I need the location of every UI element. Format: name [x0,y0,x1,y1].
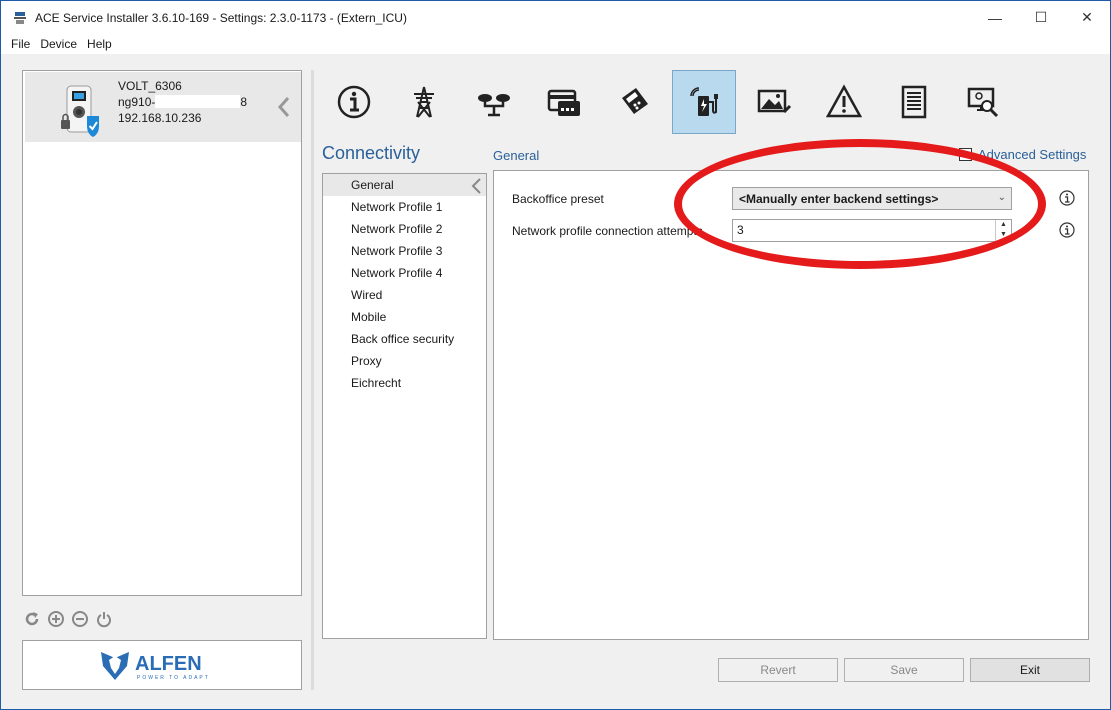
device-name: VOLT_6306 [118,79,182,93]
connection-attempts-input[interactable]: 3 ▲ ▼ [732,219,1012,242]
nav-item-mobile[interactable]: Mobile [323,306,486,328]
quantity-stepper[interactable]: ▲ ▼ [995,220,1011,241]
power-tower-icon [414,86,434,118]
nav-item-network-profile-1[interactable]: Network Profile 1 [323,196,486,218]
save-button[interactable]: Save [844,658,964,682]
payment-terminal-icon [622,88,648,114]
alfen-logo-box: ALFEN POWER TO ADAPT [22,640,302,690]
nav-item-proxy[interactable]: Proxy [323,350,486,372]
minimize-button[interactable]: — [972,1,1018,34]
nav-item-back-office-security[interactable]: Back office security [323,328,486,350]
chevron-down-icon: ⌄ [997,192,1006,203]
tab-grid[interactable] [392,70,456,134]
settings-toolbar [322,70,1022,134]
refresh-icon[interactable] [23,610,41,628]
connectivity-charger-icon [690,87,718,116]
connectivity-nav: General Network Profile 1 Network Profil… [322,173,487,639]
tab-connectivity[interactable] [672,70,736,134]
svg-text:POWER TO ADAPT: POWER TO ADAPT [137,675,210,681]
app-icon [14,11,26,24]
section-title: Connectivity [322,143,421,163]
backoffice-preset-label: Backoffice preset [512,192,604,206]
monitor-search-icon [967,87,999,118]
add-device-icon[interactable] [47,610,65,628]
tab-authorization[interactable] [532,70,596,134]
advanced-settings-label: Advanced Settings [978,147,1087,162]
panel-divider[interactable] [311,70,314,690]
info-icon[interactable] [1059,222,1075,238]
stepper-up-icon[interactable]: ▲ [996,220,1011,230]
menu-file[interactable]: File [6,37,35,51]
tab-diagnostics[interactable] [952,70,1016,134]
device-info: VOLT_6306 ng910- 8 192.168.10.236 [118,78,247,126]
info-icon[interactable] [1059,190,1075,206]
connection-attempts-label: Network profile connection attempts [512,224,703,238]
svg-text:ALFEN: ALFEN [135,653,202,675]
close-button[interactable]: ✕ [1064,1,1110,34]
tab-logs[interactable] [882,70,946,134]
document-icon [901,85,927,119]
collapse-chevron-icon[interactable] [277,96,291,118]
device-serial: ng910- 8 [118,95,248,109]
tab-alarms[interactable] [812,70,876,134]
title-bar: ACE Service Installer 3.6.10-169 - Setti… [1,1,1110,34]
card-reader-icon [547,89,580,116]
backoffice-preset-value: <Manually enter backend settings> [739,192,939,206]
revert-button[interactable]: Revert [718,658,838,682]
connection-attempts-value: 3 [737,223,744,237]
subsection-title: General [493,148,540,163]
tab-info[interactable] [322,70,386,134]
advanced-settings-checkbox[interactable] [959,148,972,161]
menu-bar: File Device Help [1,34,1110,54]
backoffice-preset-select[interactable]: <Manually enter backend settings> ⌄ [732,187,1012,210]
advanced-settings-toggle[interactable]: Advanced Settings [959,147,1086,162]
nav-chevron-icon[interactable] [470,177,482,195]
device-ip: 192.168.10.236 [118,111,202,125]
nav-item-network-profile-3[interactable]: Network Profile 3 [323,240,486,262]
app-window: ACE Service Installer 3.6.10-169 - Setti… [0,0,1111,710]
redaction-box [155,95,241,108]
nav-item-eichrecht[interactable]: Eichrecht [323,372,486,394]
remove-device-icon[interactable] [71,610,89,628]
nav-item-general[interactable]: General [323,174,486,196]
maximize-button[interactable]: ☐ [1018,1,1064,34]
exit-button[interactable]: Exit [970,658,1090,682]
device-list: VOLT_6306 ng910- 8 192.168.10.236 [22,70,302,596]
display-image-icon [757,89,792,114]
tab-load-balancing[interactable] [462,70,526,134]
menu-help[interactable]: Help [82,37,117,51]
settings-content: Backoffice preset <Manually enter backen… [493,170,1089,640]
nav-item-wired[interactable]: Wired [323,284,486,306]
nav-item-network-profile-2[interactable]: Network Profile 2 [323,218,486,240]
menu-device[interactable]: Device [35,37,82,51]
nav-item-network-profile-4[interactable]: Network Profile 4 [323,262,486,284]
charger-device-icon [61,85,99,137]
device-tools [23,610,113,628]
stepper-down-icon[interactable]: ▼ [996,230,1011,240]
window-title: ACE Service Installer 3.6.10-169 - Setti… [35,10,407,25]
warning-icon [826,84,862,118]
tab-display[interactable] [742,70,806,134]
info-icon [337,85,371,119]
device-card[interactable]: VOLT_6306 ng910- 8 192.168.10.236 [25,72,301,142]
tab-payment[interactable] [602,70,666,134]
power-icon[interactable] [95,610,113,628]
balance-icon [478,94,510,117]
alfen-logo: ALFEN POWER TO ADAPT [101,652,210,681]
